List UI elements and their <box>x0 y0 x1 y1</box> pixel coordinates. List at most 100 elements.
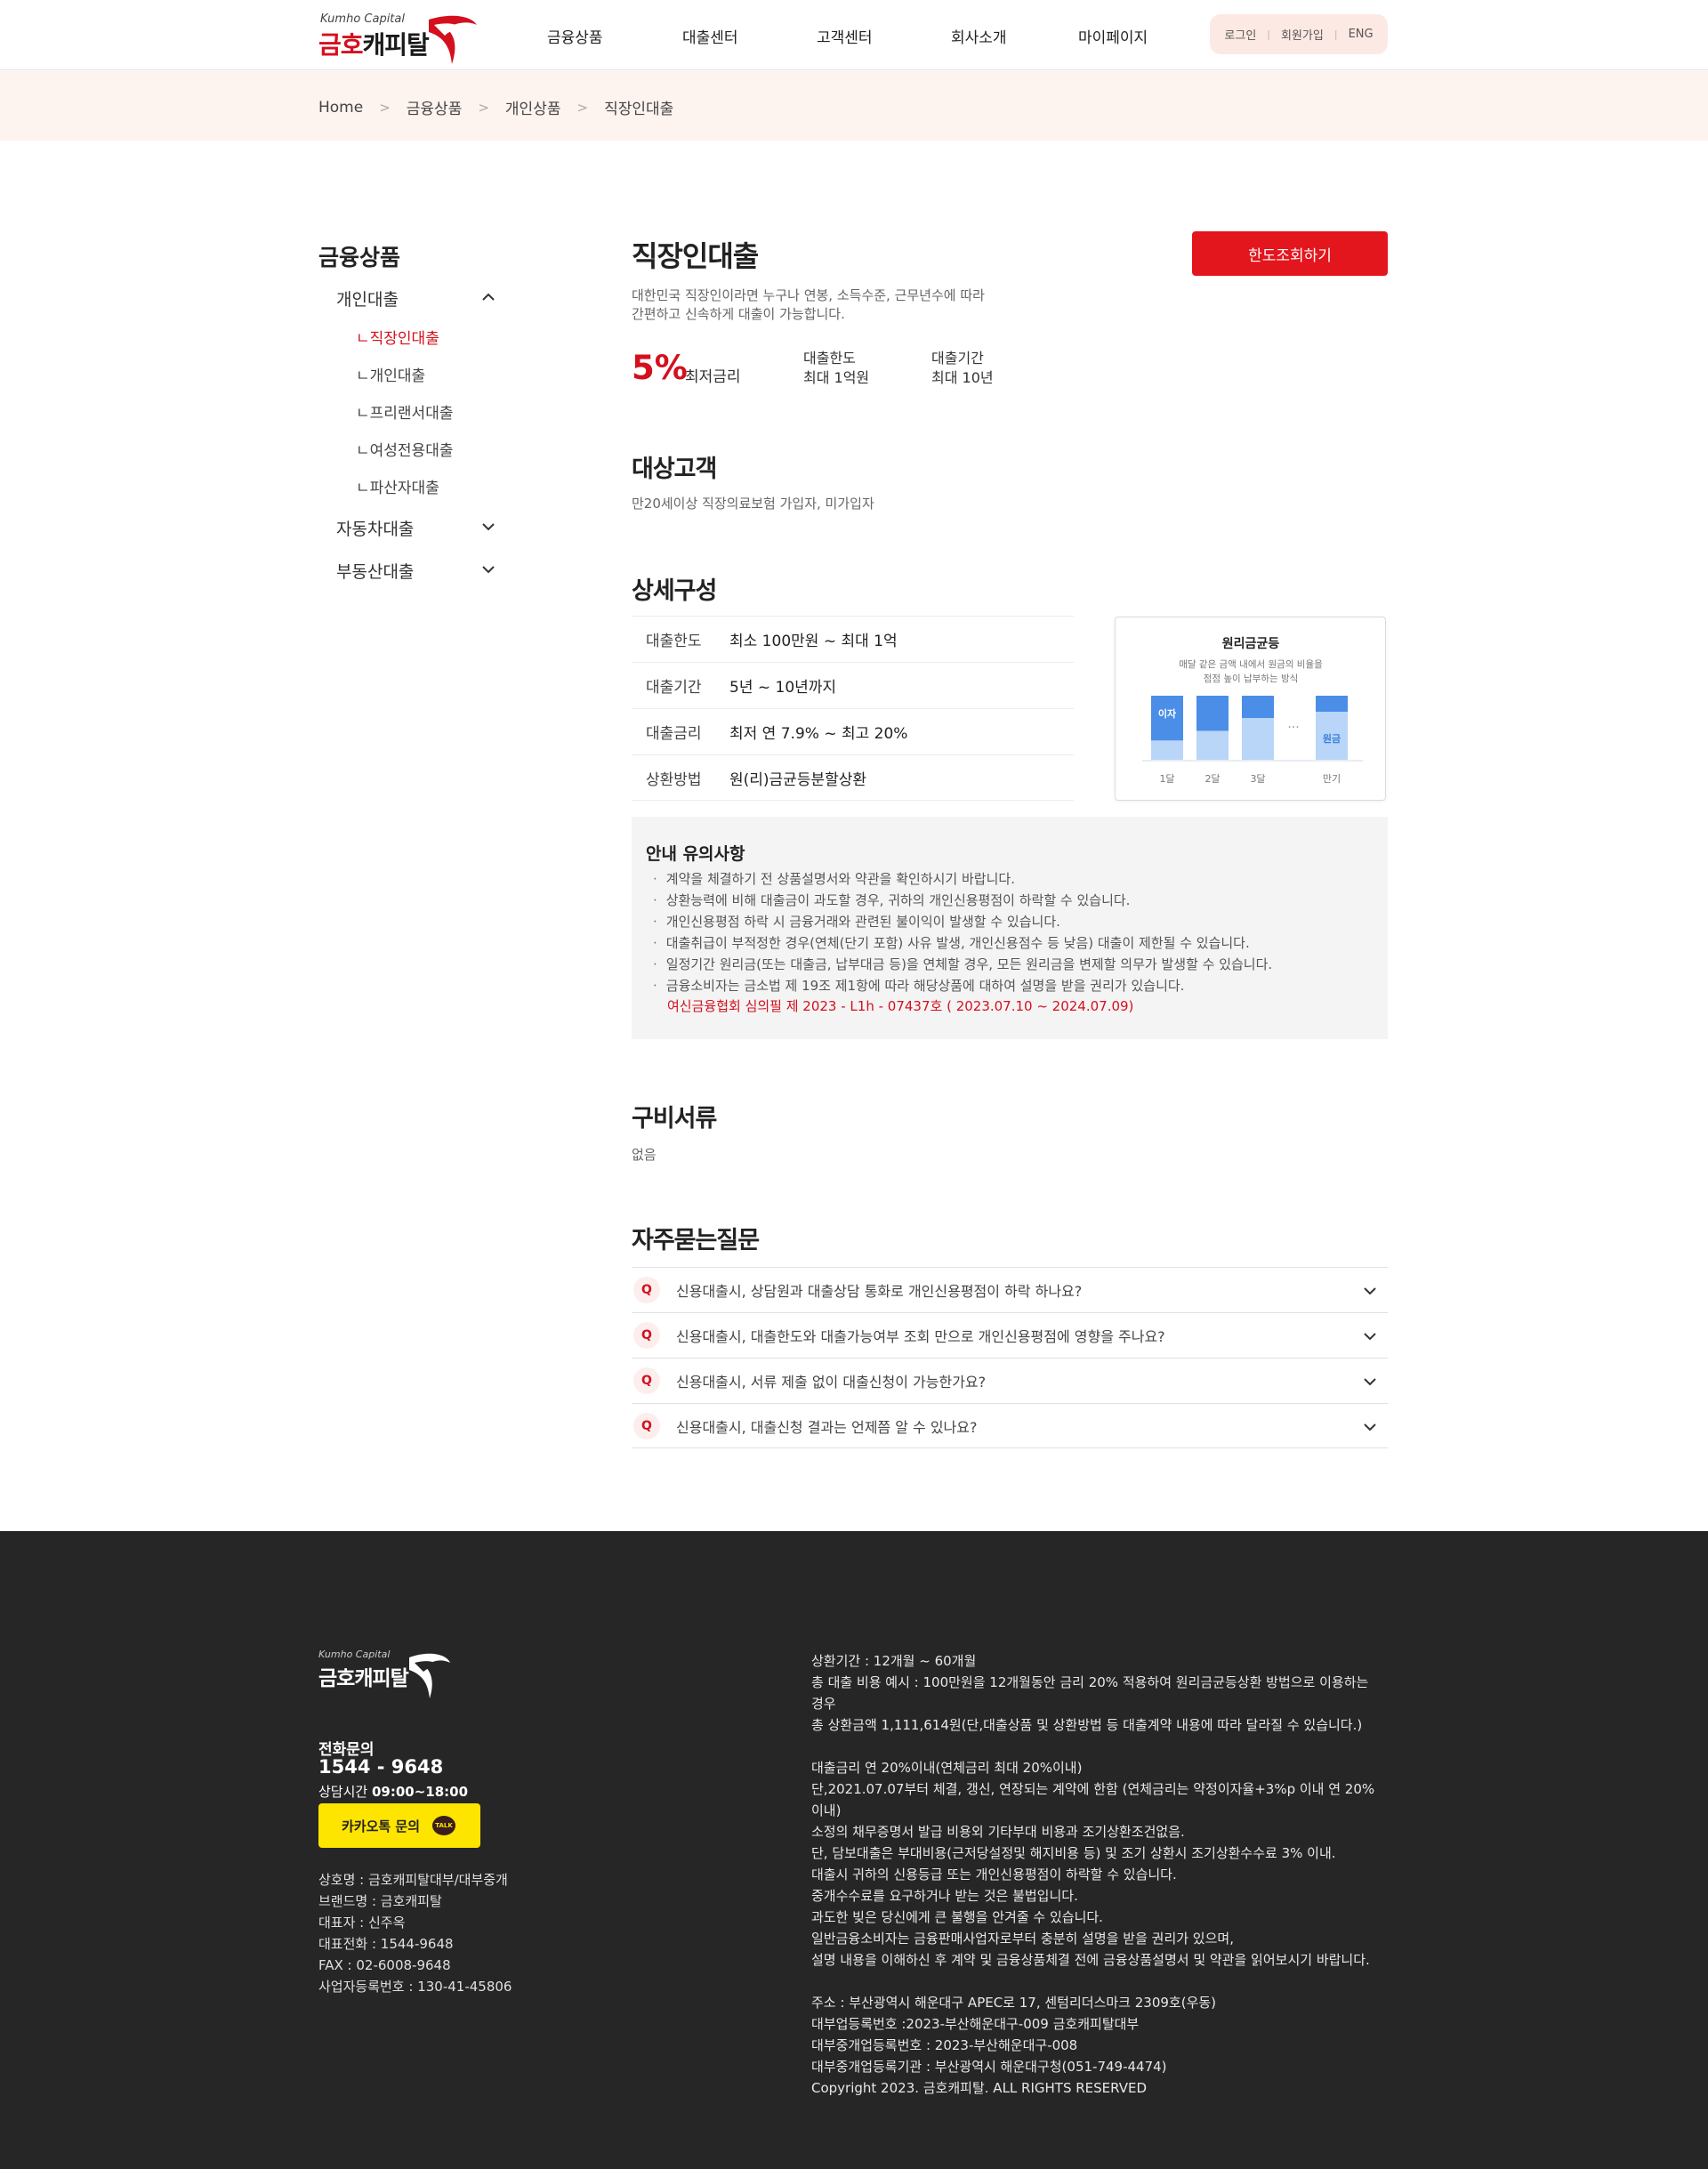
language-link[interactable]: ENG <box>1349 28 1374 41</box>
sidebar-item-bankrupt-loan[interactable]: ㄴ파산자대출 <box>356 475 439 497</box>
repayment-graph: 원리금균등 매달 같은 금액 내에서 원금의 비율을 점점 높이 납부하는 방식… <box>1142 637 1363 785</box>
breadcrumb-bar: Home > 금융상품 > 개인상품 > 직장인대출 <box>0 71 1708 141</box>
product-title: 직장인대출 <box>632 239 759 273</box>
faq-item[interactable]: Q 신용대출시, 상담원과 대출상담 통화로 개인신용평점이 하락 하나요? <box>632 1267 1388 1312</box>
site-footer: Kumho Capital 금호캐피탈 전화문의 1544 - 9648 상담시… <box>0 1531 1708 2169</box>
faq-question: 신용대출시, 상담원과 대출상담 통화로 개인신용평점이 하락 하나요? <box>676 1283 1083 1300</box>
breadcrumb-current: 직장인대출 <box>604 101 674 118</box>
join-link[interactable]: 회원가입 <box>1281 26 1324 43</box>
faq-item[interactable]: Q 신용대출시, 대출한도와 대출가능여부 조회 만으로 개인신용평점에 영향을… <box>632 1312 1388 1358</box>
notice-item: 상환능력에 비해 대출금이 과도할 경우, 귀하의 개인신용평점이 하락할 수 … <box>653 890 1272 911</box>
detail-table: 대출한도 최소 100만원 ~ 최대 1억 대출기간 5년 ~ 10년까지 대출금리… <box>632 616 1074 801</box>
detail-row: 대출금리 최저 연 7.9% ~ 최고 20% <box>632 708 1074 754</box>
product-description: 대한민국 직장인이라면 누구나 연봉, 소득수준, 근무년수에 따라 간편하고 … <box>632 287 985 322</box>
disclosure-line: 상환기간 : 12개월 ~ 60개월 <box>811 1653 977 1669</box>
kakaotalk-label: 카카오톡 문의 <box>342 1818 421 1834</box>
documents-text: 없음 <box>632 1147 657 1163</box>
chevron-down-icon[interactable] <box>480 561 496 577</box>
disclosure-line: 총 대출 비용 예시 : 100만원을 12개월동안 금리 20% 적용하여 원… <box>811 1674 1369 1712</box>
detail-row: 대출한도 최소 100만원 ~ 최대 1억 <box>632 616 1074 662</box>
phone-number[interactable]: 1544 - 9648 <box>318 1756 443 1778</box>
notice-title: 안내 유의사항 <box>646 844 745 864</box>
breadcrumb-financial-products[interactable]: 금융상품 <box>407 96 463 118</box>
chevron-right-icon: > <box>379 99 391 116</box>
loan-limit-value: 최대 1억원 <box>803 369 870 386</box>
repayment-method-illustration: 원리금균등 매달 같은 금액 내에서 원금의 비율을 점점 높이 납부하는 방식… <box>1115 617 1386 801</box>
breadcrumb-home[interactable]: Home <box>318 99 363 117</box>
nav-mypage[interactable]: 마이페이지 <box>1078 25 1148 47</box>
faq-question: 신용대출시, 서류 제출 없이 대출신청이 가능한가요? <box>676 1374 987 1391</box>
target-heading: 대상고객 <box>632 456 717 483</box>
interest-bar-segment <box>1242 696 1274 719</box>
sidebar-item-freelancer-loan[interactable]: ㄴ프리랜서대출 <box>356 400 453 423</box>
principal-label: 원금 <box>1323 732 1341 745</box>
chevron-down-icon[interactable] <box>1361 1282 1379 1300</box>
notice-list: 계약을 체결하기 전 상품설명서와 약관을 확인하시기 바랍니다. 상환능력에 … <box>653 868 1272 996</box>
breadcrumb-personal-products[interactable]: 개인상품 <box>505 96 561 118</box>
loan-limit-label: 대출한도 <box>803 350 856 367</box>
disclosure-line: 대출시 귀하의 신용등급 또는 개인신용평점이 하락할 수 있습니다. <box>811 1867 1177 1883</box>
company-info: 상호명 : 금호캐피탈대부/대부중개 브랜드명 : 금호캐피탈 대표자 : 신주… <box>318 1869 512 1997</box>
chevron-up-icon[interactable] <box>480 289 496 305</box>
graph-subtitle-1: 매달 같은 금액 내에서 원금의 비율을 <box>1179 659 1323 670</box>
faq-heading: 자주묻는질문 <box>632 1227 760 1254</box>
detail-row: 상환방법 원(리)금균등분할상환 <box>632 754 1074 801</box>
loan-registration-number: 대부업등록번호 :2023-부산해운대구-009 금호캐피탈대부 <box>811 2016 1140 2032</box>
faq-question: 신용대출시, 대출신청 결과는 언제쯤 알 수 있나요? <box>676 1418 978 1436</box>
business-hours: 상담시간 09:00~18:00 <box>318 1784 469 1800</box>
graph-x-label: 2달 <box>1204 773 1220 785</box>
question-badge: Q <box>633 1322 660 1349</box>
limit-inquiry-button[interactable]: 한도조회하기 <box>1192 231 1388 276</box>
notice-item: 개인신용평점 하락 시 금융거래와 관련된 불이익이 발생할 수 있습니다. <box>653 911 1272 932</box>
faq-item[interactable]: Q 신용대출시, 서류 제출 없이 대출신청이 가능한가요? <box>632 1358 1388 1403</box>
sidebar-title: 금융상품 <box>318 245 401 270</box>
nav-customer-center[interactable]: 고객센터 <box>817 25 873 47</box>
question-badge: Q <box>633 1277 660 1303</box>
disclosure-line: 중개수수료를 요구하거나 받는 것은 불법입니다. <box>811 1888 1078 1904</box>
company-name: 상호명 : 금호캐피탈대부/대부중개 <box>318 1872 508 1888</box>
sidebar-item-office-worker-loan[interactable]: ㄴ직장인대출 <box>356 326 439 348</box>
question-badge: Q <box>633 1367 660 1394</box>
loan-limit-summary: 대출한도 최대 1억원 <box>803 349 869 388</box>
chevron-down-icon[interactable] <box>1361 1327 1379 1345</box>
kakaotalk-icon: TALK <box>432 1816 455 1835</box>
nav-loan-center[interactable]: 대출센터 <box>682 25 738 47</box>
broker-registration-number: 대부중개업등록번호 : 2023-부산해운대구-008 <box>811 2037 1078 2053</box>
nav-about-company[interactable]: 회사소개 <box>951 25 1007 47</box>
min-rate-value: 5% <box>632 349 688 387</box>
site-header: Kumho Capital 금호캐피탈 금융상품 대출센터 고객센터 회사소개 … <box>0 0 1708 70</box>
brand-logo[interactable]: Kumho Capital 금호캐피탈 <box>318 9 479 66</box>
notice-item: 일정기간 원리금(또는 대출금, 납부대금 등)을 연체할 경우, 모든 원리금… <box>653 954 1272 975</box>
sidebar-group-auto-loan[interactable]: 자동차대출 <box>336 516 414 540</box>
chevron-down-icon[interactable] <box>480 519 496 535</box>
question-badge: Q <box>633 1412 660 1439</box>
graph-x-label: 3달 <box>1250 773 1265 785</box>
login-link[interactable]: 로그인 <box>1224 26 1256 43</box>
business-registration-number: 사업자등록번호 : 130-41-45806 <box>318 1979 512 1995</box>
graph-dots: ··· <box>1287 721 1299 735</box>
disclosure-line: 단,2021.07.07부터 체결, 갱신, 연장되는 계약에 한함 (연체금리… <box>811 1781 1375 1818</box>
divider: | <box>1267 28 1271 40</box>
graph-x-label: 1달 <box>1159 773 1174 785</box>
nav-financial-products[interactable]: 금융상품 <box>547 25 603 47</box>
interest-bar-segment <box>1196 696 1229 731</box>
loan-period-label: 대출기간 <box>931 350 984 367</box>
sidebar-item-personal-loan[interactable]: ㄴ개인대출 <box>356 363 425 385</box>
notice-item: 금융소비자는 금소법 제 19조 제1항에 따라 해당상품에 대하여 설명을 받… <box>653 975 1272 996</box>
sidebar-item-women-loan[interactable]: ㄴ여성전용대출 <box>356 438 453 460</box>
faq-question: 신용대출시, 대출한도와 대출가능여부 조회 만으로 개인신용평점에 영향을 주… <box>676 1328 1165 1345</box>
kakaotalk-inquiry-button[interactable]: 카카오톡 문의 TALK <box>318 1803 480 1848</box>
chevron-down-icon[interactable] <box>1361 1373 1379 1391</box>
loan-period-summary: 대출기간 최대 10년 <box>931 349 994 388</box>
faq-item[interactable]: Q 신용대출시, 대출신청 결과는 언제쯤 알 수 있나요? <box>632 1403 1388 1448</box>
notice-box: 안내 유의사항 계약을 체결하기 전 상품설명서와 약관을 확인하시기 바랍니다… <box>632 817 1388 1039</box>
faq-list: Q 신용대출시, 상담원과 대출상담 통화로 개인신용평점이 하락 하나요? Q… <box>632 1267 1388 1448</box>
fax-number: FAX : 02-6008-9648 <box>318 1957 451 1973</box>
chevron-right-icon: > <box>576 99 589 116</box>
principal-bar-segment <box>1196 730 1229 760</box>
chevron-down-icon[interactable] <box>1361 1418 1379 1436</box>
documents-heading: 구비서류 <box>632 1105 717 1133</box>
disclosure-line: 일반금융소비자는 금융판매사업자로부터 충분히 설명을 받을 권리가 있으며, <box>811 1931 1234 1947</box>
sidebar-group-personal-loan[interactable]: 개인대출 <box>336 286 399 310</box>
sidebar-group-real-estate-loan[interactable]: 부동산대출 <box>336 559 414 583</box>
